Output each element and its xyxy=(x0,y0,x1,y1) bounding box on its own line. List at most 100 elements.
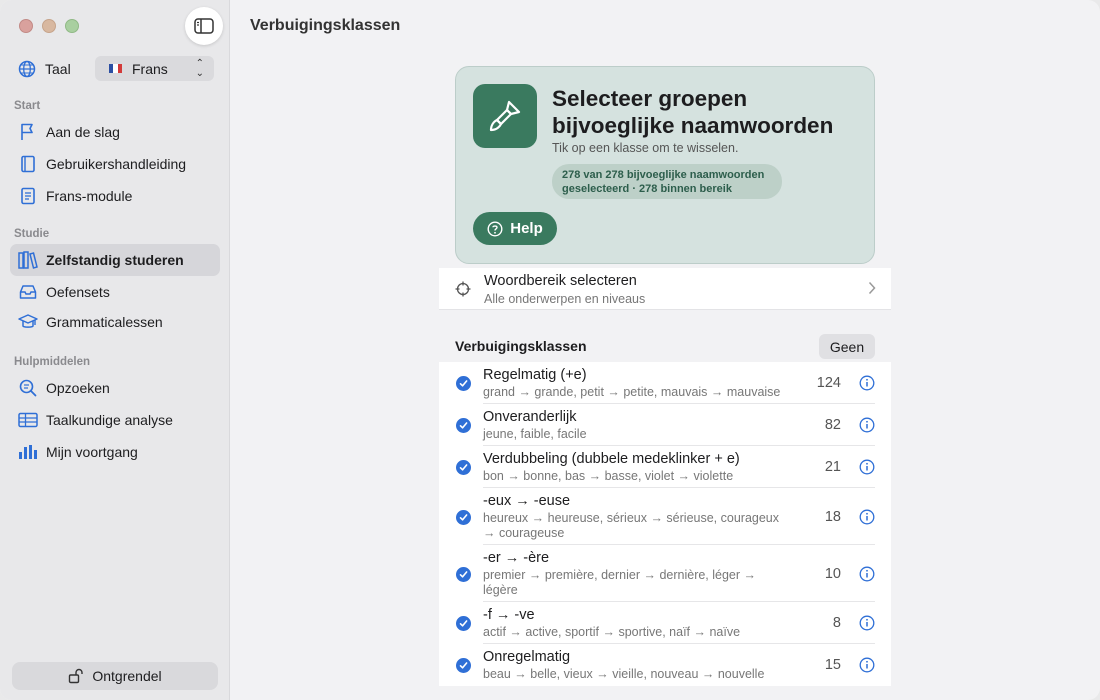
table-icon xyxy=(18,410,38,430)
checkmark-circle-icon[interactable] xyxy=(456,460,471,475)
class-title: -eux → -euse xyxy=(483,493,571,509)
sidebar-item-lookup[interactable]: Opzoeken xyxy=(10,372,220,404)
sidebar-item-label: Gebruikershandleiding xyxy=(46,156,187,172)
zoom-window-button[interactable] xyxy=(65,19,79,33)
sidebar-item-exercise-sets[interactable]: Oefensets xyxy=(10,276,220,308)
unlock-icon xyxy=(68,668,84,684)
info-icon[interactable] xyxy=(859,375,875,391)
sidebar-item-label: Zelfstandig studeren xyxy=(46,252,184,268)
sidebar-toggle-button[interactable] xyxy=(185,7,223,45)
list-item[interactable]: Regelmatig (+e) grand → grande, petit → p… xyxy=(439,362,891,404)
sidebar-item-label: Grammaticalessen xyxy=(46,314,163,330)
checkmark-circle-icon[interactable] xyxy=(456,376,471,391)
crosshair-icon xyxy=(455,281,471,302)
info-icon[interactable] xyxy=(859,566,875,582)
class-count: 8 xyxy=(832,615,841,631)
french-flag-icon xyxy=(109,64,122,73)
class-examples: actif → active, sportif → sportive, naïf… xyxy=(483,625,741,639)
tray-icon xyxy=(18,282,38,302)
book-icon xyxy=(18,154,38,174)
sidebar-item-label: Mijn voortgang xyxy=(46,444,138,460)
unlock-button[interactable]: Ontgrendel xyxy=(12,662,218,690)
hero-card: Selecteer groepen bijvoeglijke naamwoord… xyxy=(455,66,875,264)
select-none-button[interactable]: Geen xyxy=(819,334,875,359)
minimize-window-button[interactable] xyxy=(42,19,56,33)
info-icon[interactable] xyxy=(859,459,875,475)
class-count: 124 xyxy=(816,375,841,391)
word-range-subtitle: Alle onderwerpen en niveaus xyxy=(484,292,646,306)
class-title: -f → -ve xyxy=(483,607,535,623)
info-icon[interactable] xyxy=(859,417,875,433)
checkmark-circle-icon[interactable] xyxy=(456,658,471,673)
sidebar-item-analysis[interactable]: Taalkundige analyse xyxy=(10,404,220,436)
help-label: Help xyxy=(510,220,543,237)
app-window: Taal Frans ⌃ ⌄ Start Aan de slag Gebruike… xyxy=(0,0,1100,700)
class-count: 15 xyxy=(824,657,841,673)
list-item[interactable]: -er → -ère premier → première, dernier → … xyxy=(439,545,891,602)
sidebar-item-getting-started[interactable]: Aan de slag xyxy=(10,116,220,148)
class-examples: jeune, faible, facile xyxy=(483,427,587,441)
class-title: -er → -ère xyxy=(483,550,550,566)
question-circle-icon xyxy=(487,220,503,237)
help-button[interactable]: Help xyxy=(473,212,557,245)
paintbrush-icon xyxy=(473,84,537,148)
hero-title: Selecteer groepen bijvoeglijke naamwoord… xyxy=(552,86,834,138)
graduation-cap-icon xyxy=(18,312,38,332)
sidebar-item-progress[interactable]: Mijn voortgang xyxy=(10,436,220,468)
sidebar-toggle-icon xyxy=(194,18,214,34)
list-item[interactable]: -eux → -euse heureux → heureuse, sérieux … xyxy=(439,488,891,545)
class-examples: heureux → heureuse, sérieux → sérieuse, … xyxy=(483,511,779,540)
word-range-title: Woordbereik selecteren xyxy=(484,273,637,289)
checkmark-circle-icon[interactable] xyxy=(456,567,471,582)
checkmark-circle-icon[interactable] xyxy=(456,616,471,631)
list-item[interactable]: Onregelmatig beau → belle, vieux → vieill… xyxy=(439,644,891,686)
search-text-icon xyxy=(18,378,38,398)
books-icon xyxy=(18,250,38,270)
close-window-button[interactable] xyxy=(19,19,33,33)
list-item[interactable]: Verdubbeling (dubbele medeklinker + e) bo… xyxy=(439,446,891,488)
section-label-start: Start xyxy=(14,100,41,112)
selection-summary-badge: 278 van 278 bijvoeglijke naamwoorden ges… xyxy=(552,164,782,199)
language-select[interactable]: Frans ⌃ ⌄ xyxy=(95,56,214,81)
language-row: Taal Frans ⌃ ⌄ xyxy=(18,56,214,82)
checkmark-circle-icon[interactable] xyxy=(456,418,471,433)
list-item[interactable]: Onveranderlijk jeune, faible, facile 82 xyxy=(439,404,891,446)
info-icon[interactable] xyxy=(859,657,875,673)
info-icon[interactable] xyxy=(859,615,875,631)
checkmark-circle-icon[interactable] xyxy=(456,510,471,525)
inflection-class-list: Regelmatig (+e) grand → grande, petit → p… xyxy=(439,362,891,686)
class-examples: premier → première, dernier → dernière, … xyxy=(483,568,757,597)
list-item[interactable]: -f → -ve actif → active, sportif → sporti… xyxy=(439,602,891,644)
sidebar: Taal Frans ⌃ ⌄ Start Aan de slag Gebruike… xyxy=(0,0,230,700)
class-count: 18 xyxy=(824,509,841,525)
section-label-tools: Hulpmiddelen xyxy=(14,356,91,368)
class-title: Regelmatig (+e) xyxy=(483,367,587,383)
sidebar-item-label: Taalkundige analyse xyxy=(46,412,173,428)
document-icon xyxy=(18,186,38,206)
class-title: Verdubbeling (dubbele medeklinker + e) xyxy=(483,451,740,467)
window-controls xyxy=(19,19,79,33)
sidebar-item-label: Aan de slag xyxy=(46,124,120,140)
class-examples: bon → bonne, bas → basse, violet → viole… xyxy=(483,469,734,483)
sidebar-item-manual[interactable]: Gebruikershandleiding xyxy=(10,148,220,180)
list-section-header: Verbuigingsklassen xyxy=(455,338,587,354)
sidebar-item-grammar-lessons[interactable]: Grammaticalessen xyxy=(10,306,220,338)
flag-icon xyxy=(18,122,38,142)
sidebar-item-french-module[interactable]: Frans-module xyxy=(10,180,220,212)
class-examples: beau → belle, vieux → vieille, nouveau →… xyxy=(483,667,765,681)
unlock-label: Ontgrendel xyxy=(92,668,162,684)
class-count: 10 xyxy=(824,566,841,582)
sidebar-item-label: Oefensets xyxy=(46,284,110,300)
class-count: 82 xyxy=(824,417,841,433)
sidebar-item-self-study[interactable]: Zelfstandig studeren xyxy=(10,244,220,276)
info-icon[interactable] xyxy=(859,509,875,525)
class-title: Onveranderlijk xyxy=(483,409,577,425)
word-range-row[interactable]: Woordbereik selecteren Alle onderwerpen … xyxy=(439,268,891,310)
chevron-up-down-icon: ⌃ ⌄ xyxy=(195,57,204,79)
class-examples: grand → grande, petit → petite, mauvais … xyxy=(483,385,781,399)
chevron-right-icon xyxy=(868,281,876,300)
language-label: Taal xyxy=(45,61,71,77)
sidebar-item-label: Frans-module xyxy=(46,188,133,204)
class-count: 21 xyxy=(824,459,841,475)
sidebar-item-label: Opzoeken xyxy=(46,380,110,396)
